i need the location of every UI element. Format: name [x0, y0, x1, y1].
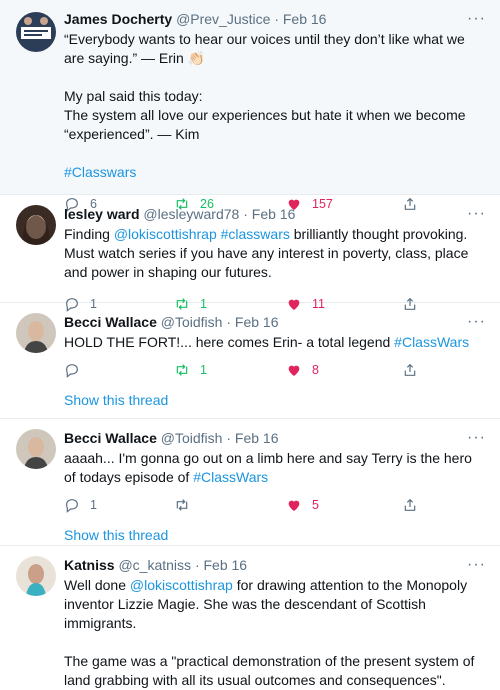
- separator: ·: [243, 206, 248, 222]
- avatar[interactable]: [16, 556, 56, 596]
- tweet-text: Finding @lokiscottishrap #classwars bril…: [64, 226, 473, 280]
- tweet-text: HOLD THE FORT!... here comes Erin- a tot…: [64, 334, 470, 350]
- retweet-icon: [176, 364, 188, 376]
- more-icon[interactable]: ···: [467, 314, 486, 330]
- reply-button[interactable]: 1: [64, 497, 97, 513]
- reply-count: 1: [90, 498, 97, 512]
- like-button[interactable]: 8: [286, 362, 319, 378]
- separator: ·: [226, 314, 232, 330]
- like-count: 5: [312, 498, 319, 512]
- tweet[interactable]: ··· James Docherty @Prev_Justice · Feb 1…: [0, 0, 500, 212]
- show-thread-link[interactable]: Show this thread: [64, 388, 486, 420]
- author-name[interactable]: lesley ward: [64, 206, 140, 222]
- separator: ·: [194, 557, 200, 573]
- tweet[interactable]: ··· Becci Wallace @Toidfish · Feb 16 HOL…: [0, 303, 500, 419]
- like-button[interactable]: 5: [286, 497, 319, 513]
- tweet-text: “Everybody wants to hear our voices unti…: [64, 31, 466, 180]
- retweet-button[interactable]: [174, 497, 200, 513]
- share-button[interactable]: [402, 362, 418, 378]
- avatar[interactable]: [16, 12, 56, 52]
- retweet-button[interactable]: 1: [174, 362, 207, 378]
- author-name[interactable]: James Docherty: [64, 11, 172, 27]
- tweet-actions: 1 8: [64, 354, 486, 388]
- author-name[interactable]: Becci Wallace: [64, 430, 157, 446]
- reply-icon: [66, 364, 78, 378]
- tweet-date[interactable]: Feb 16: [204, 557, 248, 573]
- share-button[interactable]: [402, 497, 418, 513]
- more-icon[interactable]: ···: [467, 11, 486, 27]
- author-handle[interactable]: @c_katniss: [118, 557, 191, 573]
- like-icon: [288, 365, 300, 376]
- tweet-date[interactable]: Feb 16: [235, 314, 279, 330]
- author-name[interactable]: Becci Wallace: [64, 314, 157, 330]
- author-handle[interactable]: @Prev_Justice: [176, 11, 270, 27]
- more-icon[interactable]: ···: [467, 557, 486, 573]
- author-handle[interactable]: @Toidfish: [161, 314, 223, 330]
- reply-button[interactable]: [64, 362, 90, 378]
- author-name[interactable]: Katniss: [64, 557, 115, 573]
- separator: ·: [226, 430, 232, 446]
- like-count: 8: [312, 363, 319, 377]
- avatar[interactable]: [16, 205, 56, 245]
- more-icon[interactable]: ···: [467, 206, 486, 222]
- more-icon[interactable]: ···: [467, 430, 486, 446]
- retweet-count: 1: [200, 363, 207, 377]
- separator: ·: [274, 11, 279, 27]
- avatar[interactable]: [16, 313, 56, 353]
- avatar[interactable]: [16, 429, 56, 469]
- like-icon: [288, 500, 300, 511]
- tweet[interactable]: ··· Katniss @c_katniss · Feb 16 Well don…: [0, 546, 500, 688]
- tweet[interactable]: ··· Becci Wallace @Toidfish · Feb 16 aaa…: [0, 419, 500, 546]
- author-handle[interactable]: @lesleyward78: [143, 206, 239, 222]
- tweet-actions: 1 5: [64, 489, 486, 523]
- tweet-text: aaaah... I'm gonna go out on a limb here…: [64, 450, 476, 485]
- tweet-date[interactable]: Feb 16: [235, 430, 279, 446]
- author-handle[interactable]: @Toidfish: [161, 430, 223, 446]
- share-icon: [404, 363, 416, 376]
- tweet-date[interactable]: Feb 16: [283, 11, 327, 27]
- tweet-date[interactable]: Feb 16: [252, 206, 296, 222]
- retweet-icon: [176, 499, 188, 511]
- tweet-text: Well done @lokiscottishrap for drawing a…: [64, 577, 475, 688]
- reply-icon: [66, 499, 78, 513]
- share-icon: [404, 498, 416, 511]
- tweet[interactable]: ··· lesley ward @lesleyward78 · Feb 16 F…: [0, 195, 500, 312]
